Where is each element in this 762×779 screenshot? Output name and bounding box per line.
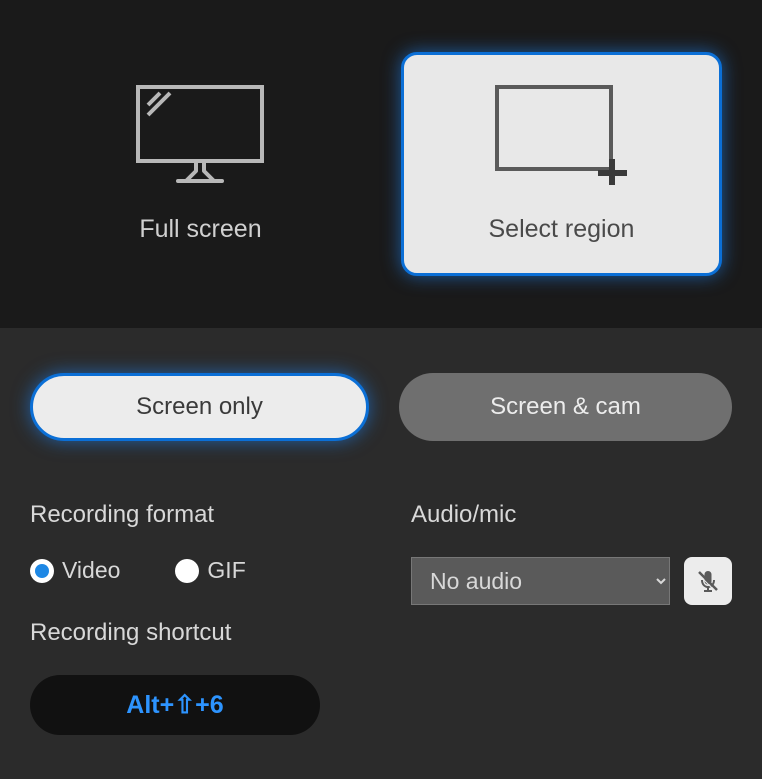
shortcut-label: Recording shortcut <box>30 619 351 647</box>
gif-radio-label: GIF <box>207 557 245 584</box>
region-icon <box>495 85 627 185</box>
audio-section: Audio/mic No audio <box>411 501 732 735</box>
settings-panel: Screen only Screen & cam Recording forma… <box>0 328 762 765</box>
mic-muted-icon <box>695 568 721 594</box>
monitor-icon <box>136 85 264 185</box>
audio-select[interactable]: No audio <box>411 557 670 605</box>
video-radio[interactable]: Video <box>30 557 120 584</box>
screen-only-button[interactable]: Screen only <box>30 373 369 441</box>
gif-radio[interactable]: GIF <box>175 557 245 584</box>
mic-toggle-button[interactable] <box>684 557 732 605</box>
select-region-label: Select region <box>488 215 634 244</box>
shortcut-button[interactable]: Alt+⇧+6 <box>30 675 320 735</box>
select-region-option[interactable]: Select region <box>401 52 722 276</box>
screen-cam-button[interactable]: Screen & cam <box>399 373 732 441</box>
full-screen-option[interactable]: Full screen <box>40 52 361 276</box>
radio-indicator-icon <box>30 559 54 583</box>
radio-indicator-icon <box>175 559 199 583</box>
format-radio-group: Video GIF <box>30 557 351 584</box>
full-screen-label: Full screen <box>139 215 261 244</box>
recording-format-label: Recording format <box>30 501 351 529</box>
mode-toggle: Screen only Screen & cam <box>30 373 732 441</box>
recording-format-section: Recording format Video GIF Recording sho… <box>30 501 351 735</box>
audio-label: Audio/mic <box>411 501 732 529</box>
capture-area-selector: Full screen Select region <box>0 0 762 328</box>
video-radio-label: Video <box>62 557 120 584</box>
